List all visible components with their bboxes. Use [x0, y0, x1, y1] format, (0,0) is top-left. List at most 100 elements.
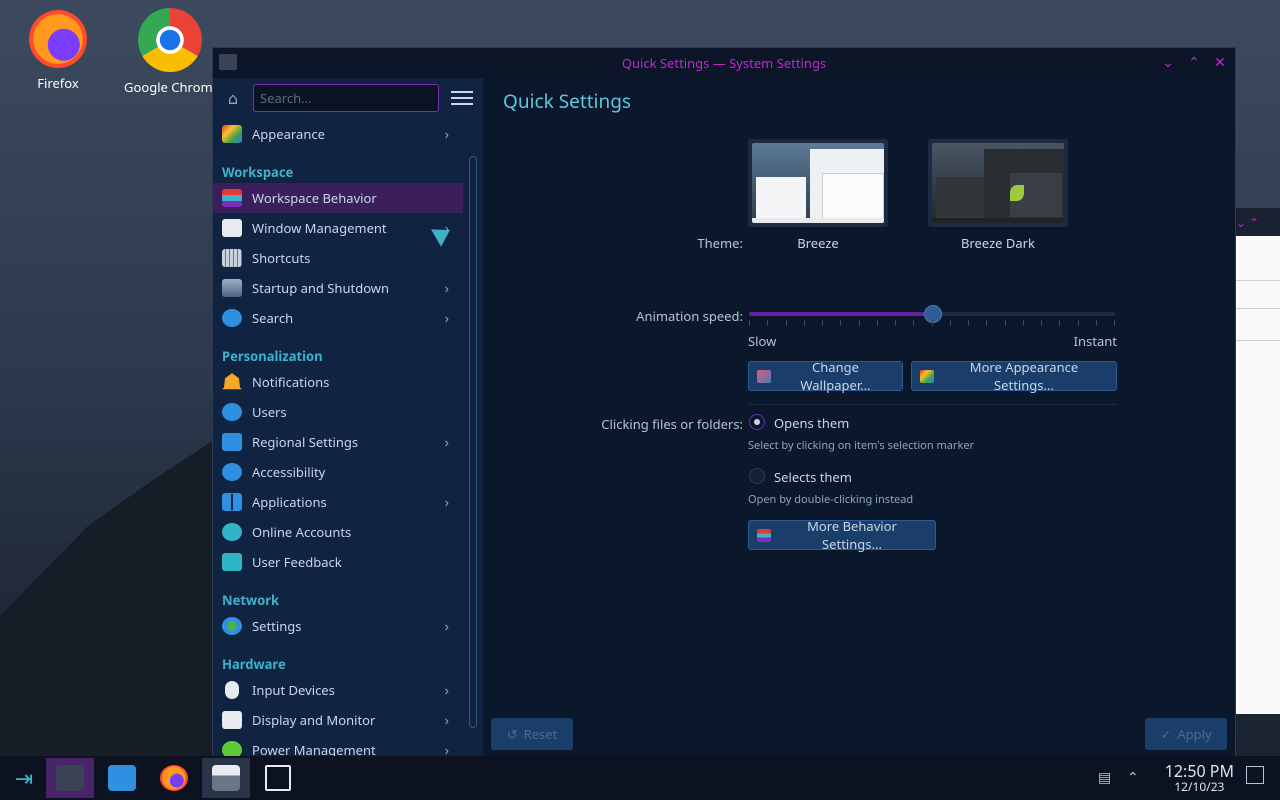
- close-button[interactable]: ✕: [1211, 53, 1229, 72]
- application-launcher-button[interactable]: ⇥: [0, 758, 48, 798]
- chevron-right-icon: ›: [444, 710, 449, 730]
- clipboard-icon[interactable]: ▤: [1098, 768, 1111, 787]
- monitor-icon: [222, 711, 242, 729]
- slider-tick: [1022, 320, 1024, 326]
- theme-card-breeze[interactable]: [748, 139, 888, 227]
- applications-icon: [222, 493, 242, 511]
- slider-tick: [913, 320, 915, 326]
- desktop-wallpaper-mountain: [0, 436, 220, 760]
- desktop-icon-chrome[interactable]: Google Chrome: [124, 8, 216, 96]
- theme-card-breeze-dark[interactable]: [928, 139, 1068, 227]
- sidebar-item-label: Input Devices: [252, 681, 335, 699]
- opens-them-radio[interactable]: [749, 414, 765, 430]
- sidebar-item-user-feedback[interactable]: User Feedback: [213, 547, 463, 577]
- desktop-icon-label: Google Chrome: [124, 78, 216, 96]
- sidebar-item-label: Startup and Shutdown: [252, 279, 390, 297]
- sidebar-item-input-devices[interactable]: Input Devices ›: [213, 675, 463, 705]
- taskbar-item-printer[interactable]: [202, 758, 250, 798]
- shopping-bag-icon: [108, 765, 136, 791]
- clock[interactable]: 12:50 PM 12/10/23: [1165, 762, 1234, 794]
- firefox-icon: [160, 765, 188, 791]
- animation-speed-label: Animation speed:: [636, 307, 743, 325]
- change-wallpaper-button[interactable]: Change Wallpaper...: [748, 358, 903, 394]
- sidebar-item-shortcuts[interactable]: Shortcuts: [213, 243, 463, 273]
- sidebar-item-search[interactable]: Search ›: [213, 303, 463, 333]
- online-accounts-icon: [222, 523, 242, 541]
- selects-them-hint: Open by double-clicking instead: [748, 492, 914, 507]
- sidebar-item-label: Workspace Behavior: [252, 189, 377, 207]
- taskbar-item-discover[interactable]: [98, 758, 146, 798]
- sidebar-item-users[interactable]: Users: [213, 397, 463, 427]
- globe-icon: [222, 617, 242, 635]
- sidebar-item-display-monitor[interactable]: Display and Monitor ›: [213, 705, 463, 735]
- desktop-icon-firefox[interactable]: Firefox: [8, 10, 108, 92]
- chevron-up-icon[interactable]: ⌃: [1127, 768, 1139, 787]
- slider-tick: [1041, 320, 1042, 326]
- opens-them-label[interactable]: Opens them: [774, 414, 849, 432]
- clock-date: 12/10/23: [1174, 778, 1225, 795]
- hamburger-menu-icon[interactable]: [451, 87, 473, 109]
- taskbar-item-firefox[interactable]: [150, 758, 198, 798]
- section-header-workspace: Workspace: [222, 163, 294, 181]
- sidebar-item-network-settings[interactable]: Settings ›: [213, 611, 463, 641]
- workspace-behavior-icon: [222, 189, 242, 207]
- search-input[interactable]: [253, 84, 439, 112]
- sidebar-item-regional-settings[interactable]: Regional Settings ›: [213, 427, 463, 457]
- taskbar-item-system-settings[interactable]: [46, 758, 94, 798]
- mouse-icon: [225, 681, 239, 699]
- instant-label: Instant: [1073, 332, 1117, 350]
- minimize-button[interactable]: ⌄: [1159, 53, 1177, 72]
- breeze-dark-theme-preview: [932, 143, 1064, 223]
- sidebar-scrollbar[interactable]: [469, 156, 477, 728]
- selects-them-radio[interactable]: [749, 468, 765, 484]
- slider-tick: [1077, 320, 1079, 326]
- show-desktop-icon[interactable]: [1246, 766, 1264, 784]
- sidebar-item-label: Search: [252, 309, 294, 327]
- page-title: Quick Settings: [503, 88, 631, 114]
- animation-speed-slider[interactable]: [749, 305, 1115, 323]
- taskbar-item-overview[interactable]: [254, 758, 302, 798]
- sidebar-item-applications[interactable]: Applications ›: [213, 487, 463, 517]
- sidebar-item-window-management[interactable]: Window Management ›: [213, 213, 463, 243]
- reset-button[interactable]: ↺ Reset: [491, 718, 573, 750]
- sidebar-item-label: Window Management: [252, 219, 387, 237]
- more-appearance-settings-button[interactable]: More Appearance Settings...: [911, 358, 1117, 394]
- background-window-content: [1234, 236, 1280, 714]
- search-icon: [222, 309, 242, 327]
- slider-tick: [1095, 320, 1097, 326]
- apply-button[interactable]: ✓ Apply: [1145, 718, 1227, 750]
- user-feedback-icon: [222, 553, 242, 571]
- slider-tick: [1004, 320, 1006, 326]
- clicking-files-label: Clicking files or folders:: [601, 415, 743, 433]
- users-icon: [222, 403, 242, 421]
- theme-label: Theme:: [697, 234, 743, 252]
- sidebar-item-power-management[interactable]: Power Management ›: [213, 735, 463, 758]
- slider-tick: [858, 320, 860, 326]
- app-menu-icon[interactable]: [219, 54, 237, 70]
- sidebar-item-label: Users: [252, 403, 287, 421]
- sidebar-item-notifications[interactable]: Notifications: [213, 367, 463, 397]
- breeze-theme-preview: [752, 143, 884, 223]
- system-settings-icon: [56, 765, 84, 791]
- sidebar-item-startup-shutdown[interactable]: Startup and Shutdown ›: [213, 273, 463, 303]
- maximize-button[interactable]: ⌃: [1185, 53, 1203, 72]
- sidebar-item-label: Shortcuts: [252, 249, 311, 267]
- sidebar-item-label: Notifications: [252, 373, 330, 391]
- background-window[interactable]: ⌄ ⌃: [1234, 208, 1280, 714]
- chevron-right-icon: ›: [444, 616, 449, 636]
- window-titlebar[interactable]: Quick Settings — System Settings ⌄ ⌃ ✕: [213, 48, 1235, 78]
- background-window-controls[interactable]: ⌄ ⌃: [1236, 214, 1259, 231]
- window-title: Quick Settings — System Settings: [621, 54, 827, 72]
- system-settings-window[interactable]: Quick Settings — System Settings ⌄ ⌃ ✕ ⌂…: [212, 47, 1236, 759]
- sidebar-item-accessibility[interactable]: Accessibility: [213, 457, 463, 487]
- slider-tick: [785, 320, 787, 326]
- sidebar-item-workspace-behavior[interactable]: Workspace Behavior: [213, 183, 463, 213]
- more-behavior-settings-button[interactable]: More Behavior Settings...: [748, 517, 936, 553]
- startup-shutdown-icon: [222, 279, 242, 297]
- home-icon[interactable]: ⌂: [221, 86, 245, 110]
- sidebar-item-online-accounts[interactable]: Online Accounts: [213, 517, 463, 547]
- slider-tick: [822, 320, 823, 326]
- sidebar-item-appearance[interactable]: Appearance ›: [213, 119, 463, 149]
- slider-tick: [840, 320, 842, 326]
- selects-them-label[interactable]: Selects them: [774, 468, 852, 486]
